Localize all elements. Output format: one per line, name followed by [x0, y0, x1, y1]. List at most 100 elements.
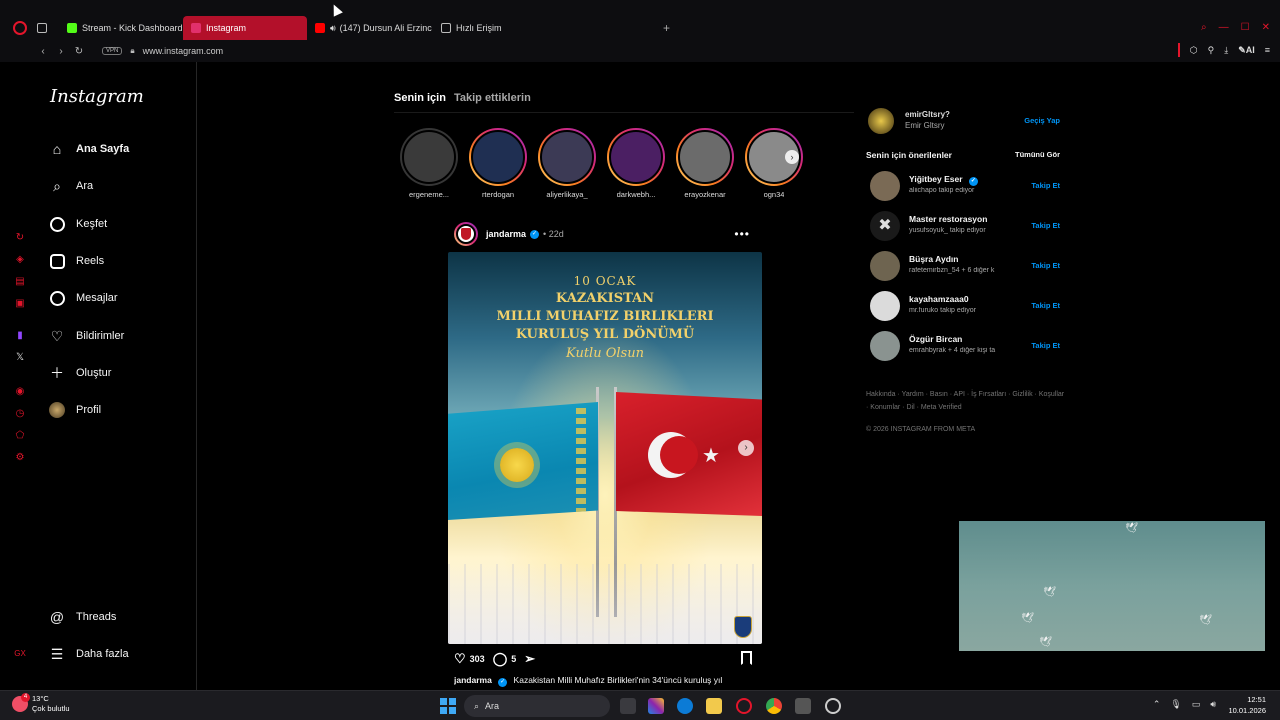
tab-instagram[interactable]: Instagram: [183, 16, 307, 40]
avatar[interactable]: [870, 291, 900, 321]
extensions-sidebar-icon[interactable]: ⬠: [14, 430, 26, 442]
nav-messages[interactable]: Mesajlar: [48, 286, 118, 310]
tab-youtube[interactable]: 🔊︎ (147) Dursun Ali Erzinc: [307, 16, 433, 40]
bookmark-icon[interactable]: [741, 651, 752, 665]
story-item[interactable]: ogn34 ›: [745, 128, 803, 199]
follow-button[interactable]: Takip Et: [1031, 261, 1060, 270]
minimize-button[interactable]: —: [1219, 22, 1229, 33]
taskbar-search[interactable]: ⌕ Ara: [464, 695, 610, 717]
suggestion-name[interactable]: Özgür Bircan: [909, 334, 962, 344]
url-field[interactable]: www.instagram.com: [143, 46, 224, 56]
tab-speed-dial[interactable]: Hızlı Erişim: [433, 16, 543, 40]
nav-profile[interactable]: Profil: [48, 398, 101, 422]
like-heart-icon[interactable]: ♡: [454, 651, 466, 667]
follow-button[interactable]: Takip Et: [1031, 181, 1060, 190]
aria-ai-button[interactable]: ✎AI: [1238, 45, 1255, 56]
comment-count[interactable]: 5: [511, 654, 516, 664]
volume-icon[interactable]: 🔊︎: [1210, 699, 1216, 710]
easy-setup-icon[interactable]: ≡: [1265, 45, 1270, 55]
story-item[interactable]: aliyerlikaya_: [538, 128, 596, 199]
switch-account-button[interactable]: Geçiş Yap: [1024, 116, 1060, 125]
story-item[interactable]: rterdogan: [469, 128, 527, 199]
story-item[interactable]: ergeneme...: [400, 128, 458, 199]
follow-button[interactable]: Takip Et: [1031, 341, 1060, 350]
tab-for-you[interactable]: Senin için: [394, 92, 446, 104]
file-explorer-icon[interactable]: [706, 698, 722, 714]
caption-username[interactable]: jandarma: [454, 675, 492, 685]
download-icon[interactable]: ⤓: [1224, 45, 1228, 56]
tools-icon[interactable]: ✖: [870, 211, 900, 241]
lock-icon[interactable]: 🔒︎: [130, 46, 134, 56]
post-image[interactable]: 10 OCAK KAZAKISTAN MILLI MUHAFIZ BIRLIKL…: [448, 252, 762, 644]
nav-home[interactable]: ⌂ Ana Sayfa: [48, 137, 129, 161]
tab-kick[interactable]: Stream - Kick Dashboard: [59, 16, 183, 40]
stories-next-button[interactable]: ›: [785, 150, 799, 164]
reload-button[interactable]: ↻: [70, 46, 88, 57]
nav-reels[interactable]: Reels: [48, 249, 104, 273]
see-all-button[interactable]: Tümünü Gör: [1015, 150, 1060, 159]
nav-explore[interactable]: Keşfet: [48, 212, 107, 236]
store-icon[interactable]: [795, 698, 811, 714]
settings-icon[interactable]: ⚙: [14, 452, 26, 464]
weather-widget[interactable]: 4 13°C Çok bulutlu: [12, 693, 70, 714]
avatar[interactable]: [870, 171, 900, 201]
x-icon[interactable]: 𝕏: [14, 352, 26, 364]
history-icon[interactable]: ↻: [14, 232, 26, 244]
follow-button[interactable]: Takip Et: [1031, 221, 1060, 230]
story-item[interactable]: erayozkenar: [676, 128, 734, 199]
carousel-next-button[interactable]: ›: [738, 440, 754, 456]
task-view-icon[interactable]: [620, 698, 636, 714]
crypto-wallet-icon[interactable]: ◈: [14, 254, 26, 266]
suggestion-name[interactable]: kayahamzaaa0: [909, 294, 969, 304]
new-tab-button[interactable]: +: [663, 21, 670, 35]
avatar[interactable]: [866, 106, 896, 136]
opera-gx-icon[interactable]: [736, 698, 752, 714]
forward-button[interactable]: ›: [52, 46, 70, 57]
extensions-icon[interactable]: ⬡: [1190, 45, 1198, 56]
messenger-sidebar-icon[interactable]: ▣: [14, 298, 26, 310]
app-icon[interactable]: [825, 698, 841, 714]
news-icon[interactable]: ▤: [14, 276, 26, 288]
nav-more[interactable]: ☰ Daha fazla: [48, 642, 129, 666]
back-button[interactable]: ‹: [34, 46, 52, 57]
avatar[interactable]: [870, 251, 900, 281]
close-button[interactable]: ✕: [1262, 22, 1270, 33]
avatar[interactable]: [870, 331, 900, 361]
footer-links[interactable]: Hakkında · Yardım · Basın · API · İş Fır…: [866, 388, 1066, 414]
clock-icon[interactable]: ◷: [14, 408, 26, 420]
post-username[interactable]: jandarma: [486, 229, 526, 239]
story-item[interactable]: darkwebh...: [607, 128, 665, 199]
more-options-icon[interactable]: •••: [734, 227, 750, 241]
share-icon[interactable]: ➢: [524, 651, 535, 667]
network-icon[interactable]: ▭: [1192, 699, 1201, 710]
like-count[interactable]: 303: [470, 654, 485, 664]
nav-notifications[interactable]: ♡ Bildirimler: [48, 324, 125, 348]
workspaces-icon[interactable]: [37, 23, 47, 33]
tab-following[interactable]: Takip ettiklerin: [454, 92, 531, 104]
comment-icon[interactable]: ◯: [493, 651, 508, 667]
twitch-icon[interactable]: ▮: [14, 330, 26, 342]
copilot-icon[interactable]: [648, 698, 664, 714]
suggestion-name[interactable]: Yiğitbey Eser ✓: [909, 174, 982, 186]
account-username[interactable]: emirGltsry?: [905, 110, 950, 119]
chrome-icon[interactable]: [766, 698, 782, 714]
opera-logo-icon[interactable]: [13, 21, 27, 35]
speaker-icon[interactable]: 🔊︎: [330, 23, 336, 34]
pin-icon[interactable]: ⚲: [1208, 45, 1215, 56]
edge-icon[interactable]: [677, 698, 693, 714]
suggestion-name[interactable]: Büşra Aydın: [909, 254, 958, 264]
player-icon[interactable]: ◉: [14, 386, 26, 398]
microphone-icon[interactable]: 🎙︎: [1170, 699, 1181, 710]
instagram-logo[interactable]: Instagram: [50, 86, 144, 107]
clock[interactable]: 12:51 10.01.2026: [1228, 694, 1266, 716]
nav-search[interactable]: ⌕ Ara: [48, 174, 93, 198]
post-avatar[interactable]: [454, 222, 478, 246]
vpn-badge[interactable]: VPN: [102, 47, 123, 55]
video-popout[interactable]: 🕊︎ 🕊︎ 🕊︎ 🕊︎ 🕊︎: [959, 501, 1265, 671]
nav-create[interactable]: ＋ Oluştur: [48, 361, 111, 385]
chevron-up-icon[interactable]: ⌃: [1153, 699, 1161, 710]
nav-threads[interactable]: @ Threads: [48, 605, 116, 629]
video-frame[interactable]: 🕊︎ 🕊︎ 🕊︎ 🕊︎ 🕊︎: [959, 521, 1265, 651]
windows-start-icon[interactable]: [440, 698, 456, 714]
gx-icon[interactable]: GX: [14, 648, 26, 660]
